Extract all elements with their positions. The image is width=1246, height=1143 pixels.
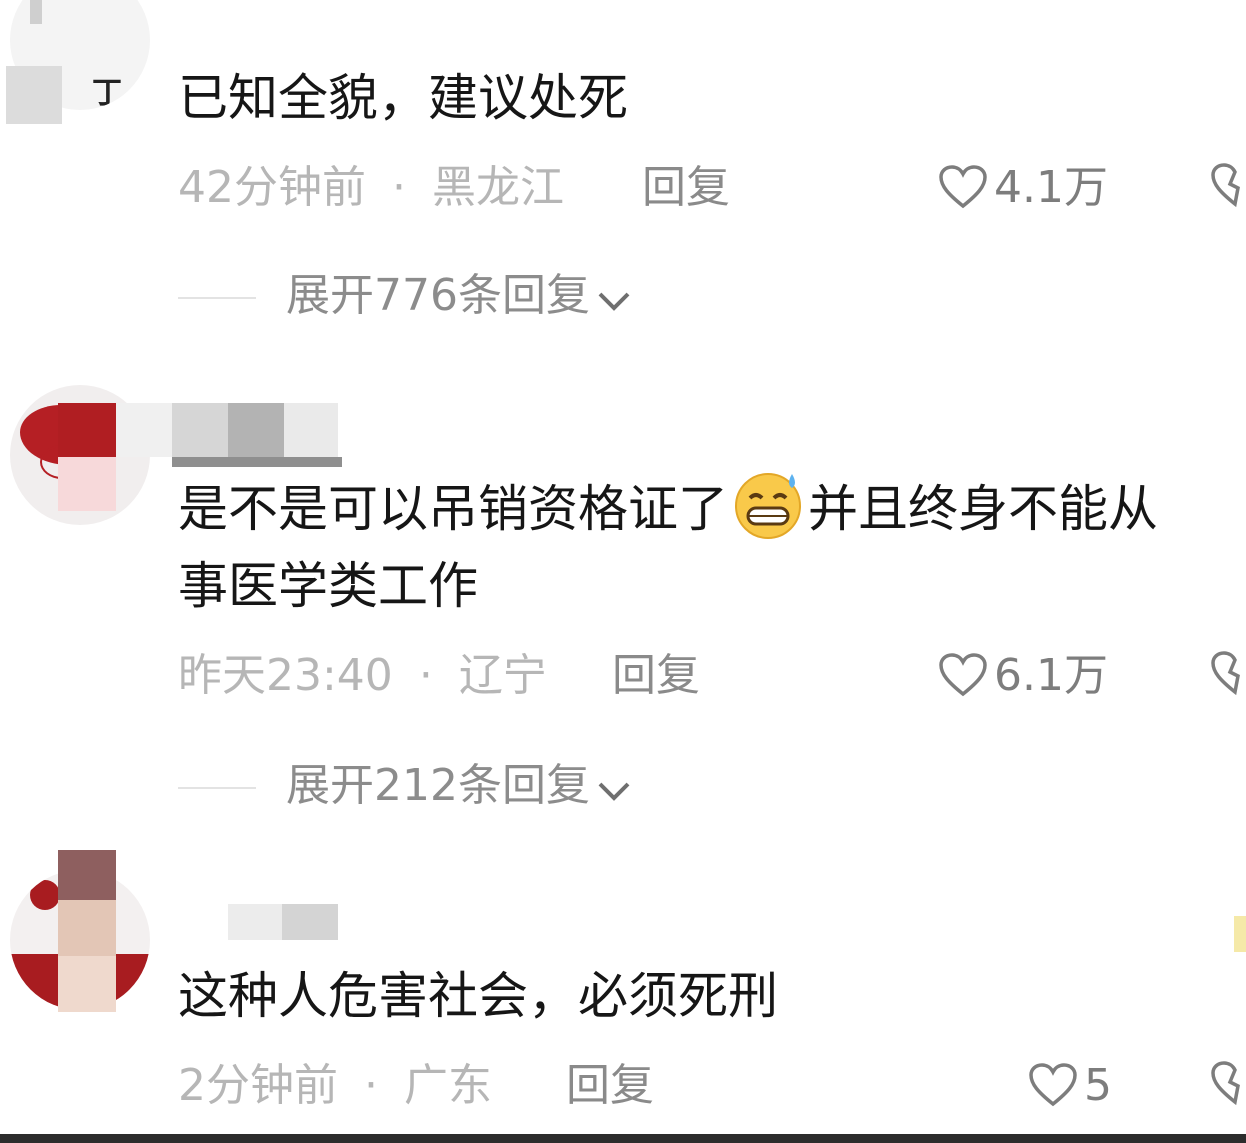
broken-heart-icon bbox=[1211, 651, 1240, 696]
separator: · bbox=[418, 650, 433, 701]
username-mosaic bbox=[228, 403, 284, 457]
dislike-button[interactable] bbox=[1210, 162, 1246, 212]
like-button[interactable]: 5 bbox=[1028, 1056, 1112, 1116]
comment-location: 辽宁 bbox=[458, 650, 547, 701]
avatar-mosaic bbox=[58, 956, 116, 1012]
separator: · bbox=[364, 1060, 378, 1111]
avatar-mosaic bbox=[58, 403, 116, 457]
username-mosaic bbox=[172, 403, 228, 457]
grinning-sweat-emoji-icon bbox=[732, 468, 804, 561]
avatar-mosaic bbox=[58, 900, 116, 956]
expand-replies[interactable]: 展开212条回复 bbox=[178, 756, 632, 816]
avatar-mosaic bbox=[58, 850, 116, 900]
avatar-mosaic bbox=[30, 0, 42, 24]
comment-location: 黑龙江 bbox=[432, 162, 564, 213]
comment-meta: 2分钟前 · 广东 bbox=[178, 1056, 492, 1116]
comment-text: 这种人危害社会，必须死刑 bbox=[178, 967, 778, 1025]
broken-heart-icon bbox=[1211, 1061, 1240, 1106]
username-mosaic bbox=[228, 904, 282, 940]
comment-text-part: 并且终身不能从 bbox=[808, 480, 1158, 538]
comment-location: 广东 bbox=[404, 1060, 492, 1111]
expand-label: 展开776条回复 bbox=[286, 270, 590, 321]
comment-text: 事医学类工作 bbox=[178, 557, 478, 615]
chevron-down-icon bbox=[598, 292, 630, 311]
like-count: 6.1万 bbox=[994, 650, 1108, 701]
reply-button[interactable]: 回复 bbox=[642, 158, 730, 218]
username-mosaic bbox=[284, 403, 338, 457]
like-button[interactable]: 4.1万 bbox=[938, 158, 1108, 218]
divider-line bbox=[178, 787, 256, 789]
edge-badge bbox=[1234, 916, 1246, 952]
heart-icon bbox=[939, 653, 987, 697]
divider-line bbox=[178, 297, 256, 299]
comment-meta: 昨天23:40 · 辽宁 bbox=[178, 646, 547, 706]
heart-icon bbox=[939, 165, 987, 209]
username-mosaic bbox=[172, 457, 342, 467]
comment-meta: 42分钟前 · 黑龙江 bbox=[178, 158, 564, 218]
dislike-button[interactable] bbox=[1210, 1060, 1246, 1110]
expand-label: 展开212条回复 bbox=[286, 760, 590, 811]
like-count: 5 bbox=[1084, 1060, 1112, 1111]
reply-button[interactable]: 回复 bbox=[566, 1056, 654, 1116]
reply-button[interactable]: 回复 bbox=[612, 646, 700, 706]
avatar-mosaic bbox=[58, 457, 116, 511]
bottom-bar bbox=[0, 1134, 1246, 1143]
username-mosaic bbox=[282, 904, 338, 940]
like-count: 4.1万 bbox=[994, 162, 1108, 213]
separator: · bbox=[392, 162, 406, 213]
chevron-down-icon bbox=[598, 782, 630, 801]
comment-time: 2分钟前 bbox=[178, 1060, 338, 1111]
expand-replies[interactable]: 展开776条回复 bbox=[178, 266, 632, 326]
comment-time: 42分钟前 bbox=[178, 162, 366, 213]
like-button[interactable]: 6.1万 bbox=[938, 646, 1108, 706]
comment-text: 已知全貌，建议处死 bbox=[178, 69, 628, 127]
comment-time: 昨天23:40 bbox=[178, 650, 393, 701]
comment-text-part: 是不是可以吊销资格证了 bbox=[178, 480, 728, 538]
dislike-button[interactable] bbox=[1210, 650, 1246, 700]
avatar-mosaic bbox=[6, 66, 62, 124]
broken-heart-icon bbox=[1211, 163, 1240, 208]
username-mosaic bbox=[116, 403, 172, 457]
heart-icon bbox=[1029, 1063, 1077, 1107]
